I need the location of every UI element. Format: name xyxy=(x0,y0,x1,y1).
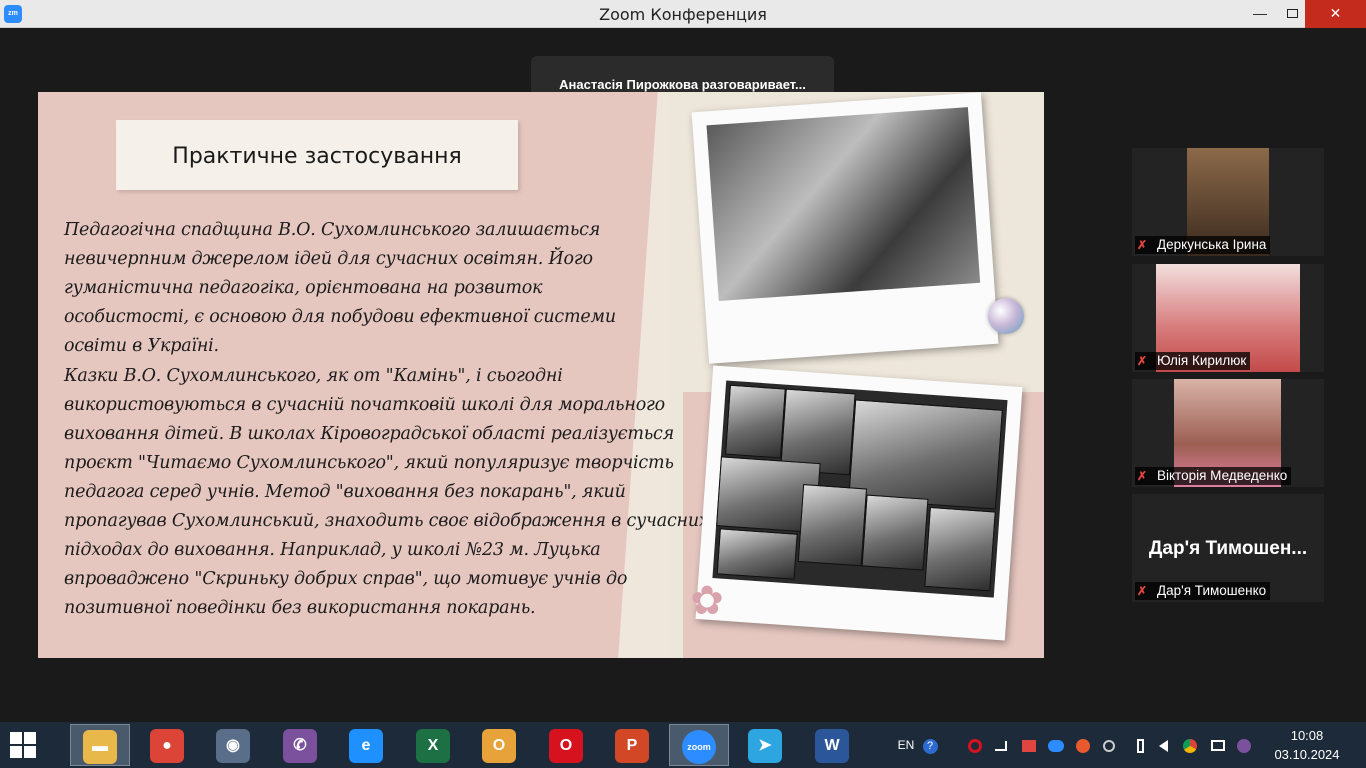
word-icon: W xyxy=(815,729,849,763)
taskbar-opera-button[interactable]: O xyxy=(536,724,596,766)
photo-collage xyxy=(712,380,1008,598)
zoom-tray-icon[interactable] xyxy=(1046,722,1066,768)
collage-photo xyxy=(861,494,929,571)
outlook-icon: O xyxy=(482,729,516,763)
participant-name-label: ✗ Юлія Кирилюк xyxy=(1135,352,1251,370)
maximize-icon xyxy=(1286,9,1298,18)
taskbar-file-explorer-button[interactable]: ▬ xyxy=(70,724,130,766)
telegram-icon: ➤ xyxy=(748,729,782,763)
participant-tile[interactable]: ✗ Вікторія Медведенко xyxy=(1132,379,1324,487)
mic-muted-icon: ✗ xyxy=(1137,354,1148,368)
collage-photo xyxy=(797,484,868,567)
close-button[interactable]: ✕ xyxy=(1305,0,1366,28)
chrome-tray-icon[interactable] xyxy=(1180,722,1200,768)
opera-tray-icon[interactable] xyxy=(966,722,984,768)
slide-paragraph-2: Казки В.О. Сухомлинського, як от "Камінь… xyxy=(64,366,709,618)
participant-name-label: ✗ Дар'я Тимошенко xyxy=(1135,582,1271,600)
zoom-icon: zoom xyxy=(682,730,716,764)
battery-icon[interactable] xyxy=(1132,722,1148,768)
participant-name-label: ✗ Вікторія Медведенко xyxy=(1135,467,1292,485)
help-icon[interactable]: ? xyxy=(920,722,940,768)
start-button[interactable] xyxy=(10,732,38,760)
taskbar-word-button[interactable]: W xyxy=(802,724,862,766)
network-signal-icon[interactable] xyxy=(992,722,1010,768)
slide-heading: Практичне застосування xyxy=(172,144,462,169)
viber-icon: ✆ xyxy=(283,729,317,763)
taskbar-telegram-button[interactable]: ➤ xyxy=(735,724,795,766)
collage-photo xyxy=(848,399,1003,510)
taskbar-powerpoint-button[interactable]: P xyxy=(602,724,662,766)
opera-icon: O xyxy=(549,729,583,763)
collage-photo xyxy=(725,384,786,459)
collage-photo xyxy=(716,528,798,580)
antivirus-tray-icon[interactable] xyxy=(1074,722,1092,768)
participant-display-name: Дар'я Тимошен... xyxy=(1148,538,1308,559)
participant-tile[interactable]: Дар'я Тимошен... ✗ Дар'я Тимошенко xyxy=(1132,494,1324,602)
taskbar-outlook-button[interactable]: O xyxy=(469,724,529,766)
taskbar-excel-button[interactable]: X xyxy=(403,724,463,766)
windows-logo-icon xyxy=(10,746,22,758)
zoom-camera-app-icon: ◉ xyxy=(216,729,250,763)
taskbar-clock[interactable]: 10:08 03.10.2024 xyxy=(1262,726,1352,764)
excel-icon: X xyxy=(416,729,450,763)
window-title: Zoom Конференция xyxy=(599,5,767,24)
taskbar-chrome-button[interactable]: ● xyxy=(137,724,197,766)
language-indicator[interactable]: EN xyxy=(894,722,918,768)
settings-tray-icon[interactable] xyxy=(1100,722,1118,768)
polaroid-photo-top xyxy=(691,92,999,364)
mic-muted-icon: ✗ xyxy=(1137,469,1148,483)
viber-tray-icon[interactable] xyxy=(1234,722,1254,768)
family-photo xyxy=(706,107,981,301)
window-titlebar: zm Zoom Конференция — ✕ xyxy=(0,0,1366,28)
chrome-icon: ● xyxy=(150,729,184,763)
volume-icon[interactable] xyxy=(1154,722,1172,768)
clock-date: 03.10.2024 xyxy=(1274,747,1340,762)
taskbar-zoom-camera-app-button[interactable]: ◉ xyxy=(203,724,263,766)
shared-screen-slide: Практичне застосування Педагогічна спадщ… xyxy=(38,92,1044,658)
internet-explorer-icon: e xyxy=(349,729,383,763)
network-disconnected-icon[interactable] xyxy=(1208,722,1228,768)
slide-heading-box: Практичне застосування xyxy=(116,120,518,190)
participant-tile[interactable]: ✗ Деркунська Ірина xyxy=(1132,148,1324,256)
windows-logo-icon xyxy=(10,732,22,744)
mic-muted-icon: ✗ xyxy=(1137,238,1148,252)
decorative-flower-icon: ✿ xyxy=(690,579,724,623)
anydesk-tray-icon[interactable] xyxy=(1020,722,1038,768)
clock-time: 10:08 xyxy=(1290,728,1324,743)
powerpoint-icon: P xyxy=(615,729,649,763)
mic-muted-icon: ✗ xyxy=(1137,584,1148,598)
participant-tile[interactable]: ✗ Юлія Кирилюк xyxy=(1132,264,1324,372)
taskbar-viber-button[interactable]: ✆ xyxy=(270,724,330,766)
collage-photo xyxy=(924,506,996,592)
file-explorer-icon: ▬ xyxy=(83,730,117,764)
taskbar-internet-explorer-button[interactable]: e xyxy=(336,724,396,766)
decorative-gem xyxy=(988,298,1024,334)
slide-paragraph-1: Педагогічна спадщина В.О. Сухомлинського… xyxy=(64,220,616,356)
participant-name-label: ✗ Деркунська Ірина xyxy=(1135,236,1271,254)
windows-logo-icon xyxy=(24,732,36,744)
polaroid-photo-collage xyxy=(695,365,1023,641)
windows-taskbar: ▬ ● ◉ ✆ e X O O Pzoom ➤ W EN ? 10:08 03.10.2024 xyxy=(0,722,1366,768)
windows-logo-icon xyxy=(24,746,36,758)
taskbar-zoom-button[interactable]: zoom xyxy=(669,724,729,766)
